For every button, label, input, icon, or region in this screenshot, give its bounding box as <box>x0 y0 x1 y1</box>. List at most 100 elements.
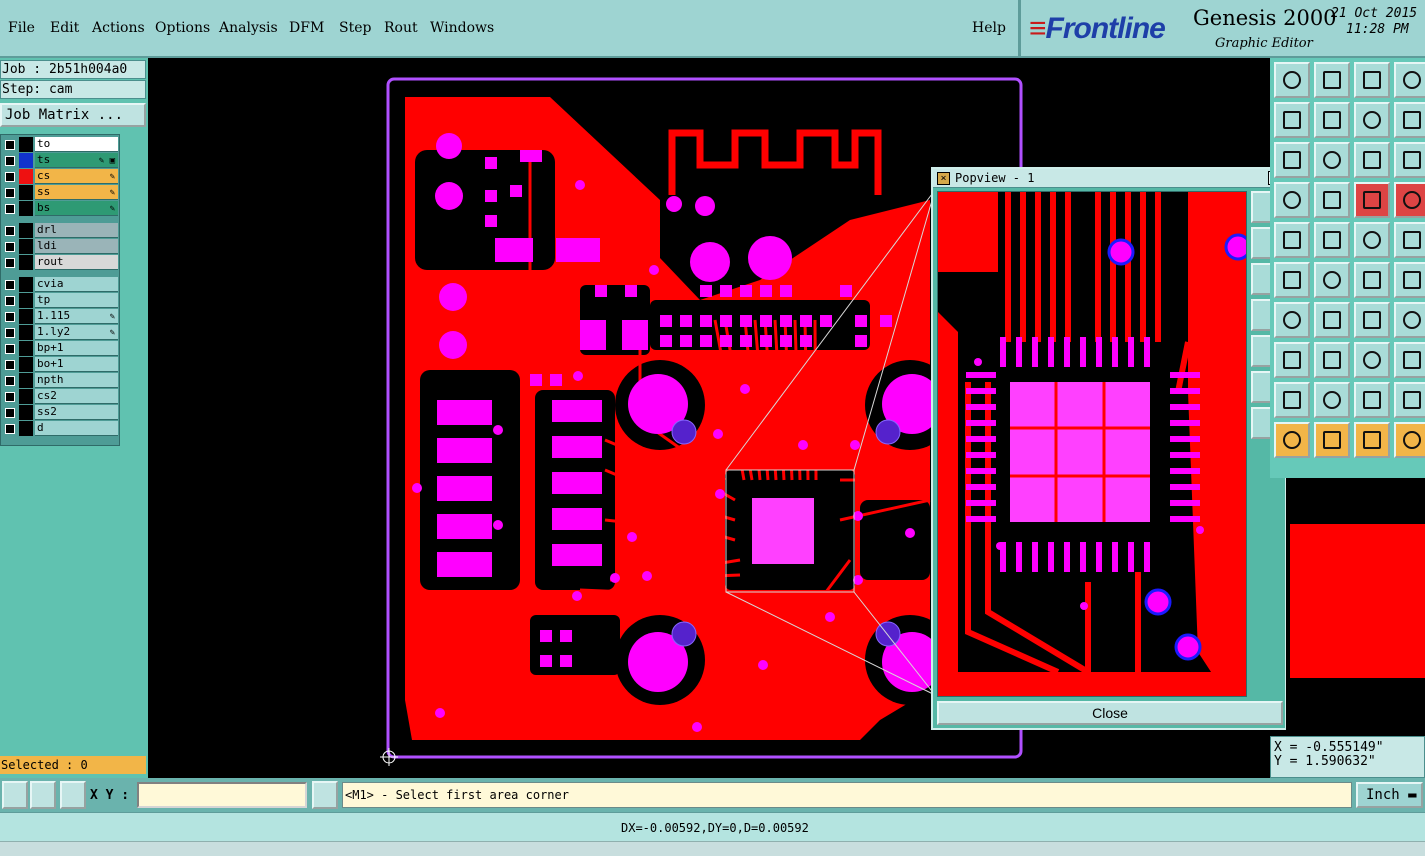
pointer-c-tool-button[interactable] <box>1354 422 1390 458</box>
select-dot-tool-button[interactable] <box>1394 222 1425 258</box>
layer-row-1.ly2[interactable]: 1.ly2 ✎ <box>2 325 119 340</box>
layer-color-swatch[interactable] <box>19 421 33 436</box>
layer-row-bs[interactable]: bs ✎ <box>2 201 119 216</box>
job-matrix-button[interactable]: Job Matrix ... <box>0 103 146 127</box>
layer-checkbox[interactable] <box>5 312 15 322</box>
layer-checkbox[interactable] <box>5 280 15 290</box>
select-net-tool-button[interactable] <box>1354 182 1390 218</box>
layer-color-swatch[interactable] <box>19 223 33 238</box>
layer-checkbox[interactable] <box>5 392 15 402</box>
draw-triangle-b-tool-button[interactable] <box>1314 382 1350 418</box>
menu-dfm[interactable]: DFM <box>289 20 324 36</box>
layer-checkbox[interactable] <box>5 296 15 306</box>
layer-row-ss2[interactable]: ss2 <box>2 405 119 420</box>
draw-triangle-d-tool-button[interactable] <box>1394 382 1425 418</box>
layer-color-swatch[interactable] <box>19 255 33 270</box>
layer-color-swatch[interactable] <box>19 373 33 388</box>
flip-tool-button[interactable] <box>1394 302 1425 338</box>
select-pin-tool-button[interactable] <box>1394 182 1425 218</box>
layer-checkbox[interactable] <box>5 156 15 166</box>
move-node-tool-button[interactable] <box>1354 262 1390 298</box>
popview-title-bar[interactable]: × Popview - 1 ✕ <box>933 169 1285 188</box>
split-tool-button[interactable] <box>1394 342 1425 378</box>
unit-select-button[interactable]: Inch ▬ <box>1356 782 1423 808</box>
layer-name[interactable]: cs2 <box>35 389 118 404</box>
grid-tool-button[interactable] <box>60 781 86 809</box>
layer-row-cs2[interactable]: cs2 <box>2 389 119 404</box>
layer-row-d[interactable]: d <box>2 421 119 436</box>
layer-color-swatch[interactable] <box>19 239 33 254</box>
layer-color-swatch[interactable] <box>19 341 33 356</box>
align-tool-button[interactable] <box>1354 102 1390 138</box>
add-node-tool-button[interactable] <box>1274 262 1310 298</box>
snap-line-tool-button[interactable] <box>1394 102 1425 138</box>
xy-input[interactable] <box>137 782 307 808</box>
layer-name[interactable]: 1.ly2 ✎ <box>35 325 118 340</box>
layer-color-swatch[interactable] <box>19 293 33 308</box>
layer-row-ldi[interactable]: ldi <box>2 239 119 254</box>
window-menu-icon[interactable]: × <box>937 172 950 185</box>
menu-options[interactable]: Options <box>155 20 210 36</box>
layer-checkbox[interactable] <box>5 424 15 434</box>
edit-arc-tool-button[interactable] <box>1274 302 1310 338</box>
layer-row-tp[interactable]: tp <box>2 293 119 308</box>
menu-file[interactable]: File <box>8 20 35 36</box>
layer-name[interactable]: d <box>35 421 118 436</box>
layer-color-swatch[interactable] <box>19 309 33 324</box>
measure-tool-button[interactable] <box>30 781 56 809</box>
layer-row-rout[interactable]: rout <box>2 255 119 270</box>
rotate-tool-button[interactable] <box>1354 302 1390 338</box>
layer-name[interactable]: bp+1 <box>35 341 118 356</box>
layer-name[interactable]: ts ✎ ▣ <box>35 153 118 168</box>
layer-checkbox[interactable] <box>5 344 15 354</box>
layer-color-swatch[interactable] <box>19 389 33 404</box>
layer-checkbox[interactable] <box>5 204 15 214</box>
layer-name[interactable]: bs ✎ <box>35 201 118 216</box>
layer-row-ts[interactable]: ts ✎ ▣ <box>2 153 119 168</box>
popview-close-button[interactable]: Close <box>937 701 1283 725</box>
draw-line-tool-button[interactable] <box>1314 302 1350 338</box>
resize-tool-button[interactable] <box>1314 342 1350 378</box>
layer-name[interactable]: bo+1 <box>35 357 118 372</box>
menu-analysis[interactable]: Analysis <box>219 20 278 36</box>
draw-triangle-tool-button[interactable] <box>1274 382 1310 418</box>
delete-node-tool-button[interactable] <box>1314 262 1350 298</box>
pointer-b-tool-button[interactable] <box>1314 422 1350 458</box>
layer-row-cvia[interactable]: cvia <box>2 277 119 292</box>
layer-row-1.115[interactable]: 1.115 ✎ <box>2 309 119 324</box>
layer-name[interactable]: ldi <box>35 239 118 254</box>
layer-checkbox[interactable] <box>5 188 15 198</box>
layer-name[interactable]: to <box>35 137 118 152</box>
center-tool-button[interactable] <box>1354 342 1390 378</box>
snap-pin-tool-button[interactable] <box>1274 342 1310 378</box>
save-tool-button[interactable] <box>1314 62 1350 98</box>
layer-name[interactable]: tp <box>35 293 118 308</box>
layer-color-swatch[interactable] <box>19 185 33 200</box>
layer-row-cs[interactable]: cs ✎ <box>2 169 119 184</box>
layer-row-ss[interactable]: ss ✎ <box>2 185 119 200</box>
layer-color-swatch[interactable] <box>19 357 33 372</box>
layer-color-swatch[interactable] <box>19 277 33 292</box>
layer-name[interactable]: ss ✎ <box>35 185 118 200</box>
fill-black-tool-button[interactable] <box>1274 222 1310 258</box>
layer-name[interactable]: cvia <box>35 277 118 292</box>
layer-color-swatch[interactable] <box>19 325 33 340</box>
layer-name[interactable]: 1.115 ✎ <box>35 309 118 324</box>
menu-windows[interactable]: Windows <box>430 20 494 36</box>
open-job-tool-button[interactable] <box>1274 62 1310 98</box>
layer-name[interactable]: rout <box>35 255 118 270</box>
layer-color-swatch[interactable] <box>19 153 33 168</box>
layer-checkbox[interactable] <box>5 258 15 268</box>
layer-checkbox[interactable] <box>5 172 15 182</box>
layer-checkbox[interactable] <box>5 328 15 338</box>
layer-color-swatch[interactable] <box>19 169 33 184</box>
pointer-d-tool-button[interactable] <box>1394 422 1425 458</box>
draw-slash-tool-button[interactable] <box>1314 222 1350 258</box>
layer-color-swatch[interactable] <box>19 405 33 420</box>
cursor-mode-button[interactable] <box>312 781 338 809</box>
scale-1-2-tool-button[interactable] <box>1354 142 1390 178</box>
layer-color-swatch[interactable] <box>19 201 33 216</box>
close-window-tool-button[interactable] <box>1394 62 1425 98</box>
pan-tool-button[interactable] <box>1314 142 1350 178</box>
layer-checkbox[interactable] <box>5 226 15 236</box>
